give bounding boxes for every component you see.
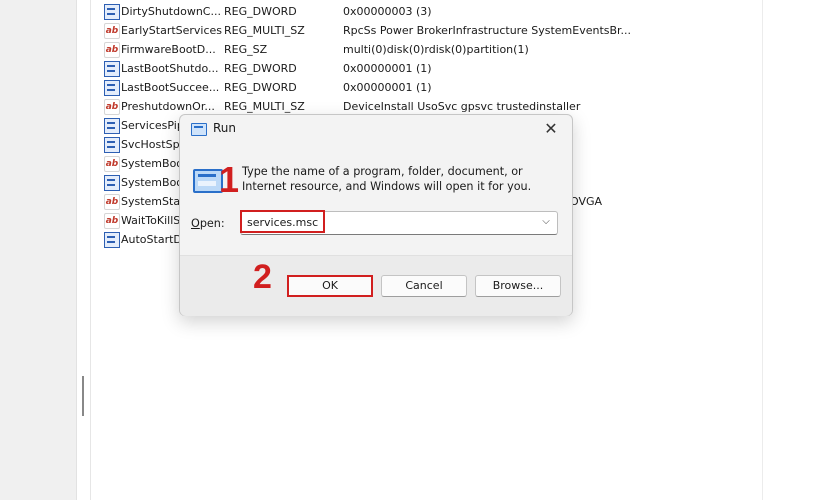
registry-value-data: 0x00000001 (1) (343, 81, 432, 94)
binary-value-icon (104, 232, 120, 248)
string-value-icon: ab (104, 99, 120, 115)
run-app-icon (191, 123, 207, 136)
string-value-icon: ab (104, 23, 120, 39)
binary-value-icon (104, 80, 120, 96)
string-value-icon: ab (104, 42, 120, 58)
registry-value-name: ServicesPip (121, 119, 184, 132)
registry-row[interactable]: ab FirmwareBootD... REG_SZ multi(0)disk(… (104, 40, 754, 59)
registry-row[interactable]: LastBootSuccee... REG_DWORD 0x00000001 (… (104, 78, 754, 97)
registry-value-type: REG_DWORD (224, 5, 297, 18)
open-label-accelerator: O (191, 217, 200, 230)
registry-value-type: REG_SZ (224, 43, 268, 56)
registry-row[interactable]: LastBootShutdo... REG_DWORD 0x00000001 (… (104, 59, 754, 78)
run-dialog: Run ✕ Type the name of a program, folder… (179, 114, 573, 316)
registry-row[interactable]: DirtyShutdownC... REG_DWORD 0x00000003 (… (104, 2, 754, 21)
registry-value-name: FirmwareBootD... (121, 43, 216, 56)
registry-value-name: WaitToKillS (121, 214, 181, 227)
open-label: Open: (191, 217, 225, 230)
registry-value-type: REG_DWORD (224, 62, 297, 75)
registry-value-data: 0x00000003 (3) (343, 5, 432, 18)
registry-value-name: DirtyShutdownC... (121, 5, 221, 18)
binary-value-icon (104, 137, 120, 153)
open-label-text: pen: (199, 217, 225, 230)
dialog-title: Run (213, 121, 237, 135)
dialog-button-row: OK Cancel Browse... (180, 255, 572, 316)
binary-value-icon (104, 118, 120, 134)
registry-value-data: 0x00000001 (1) (343, 62, 432, 75)
registry-value-name: EarlyStartServices (121, 24, 223, 37)
registry-value-name: PreshutdownOr... (121, 100, 215, 113)
open-combobox[interactable]: ⌵ (240, 211, 558, 235)
registry-value-name: SystemBoo (121, 176, 184, 189)
open-input[interactable] (247, 213, 517, 231)
binary-value-icon (104, 175, 120, 191)
registry-value-data: OVGA (570, 195, 603, 208)
registry-value-data: DeviceInstall UsoSvc gpsvc trustedinstal… (343, 100, 581, 113)
registry-value-type: REG_DWORD (224, 81, 297, 94)
registry-value-name: SystemStar (121, 195, 185, 208)
registry-value-name: SvcHostSpl (121, 138, 183, 151)
string-value-icon: ab (104, 194, 120, 210)
ok-button[interactable]: OK (287, 275, 373, 297)
navigation-scrollbar-thumb[interactable] (82, 376, 84, 416)
binary-value-icon (104, 61, 120, 77)
string-value-icon: ab (104, 213, 120, 229)
registry-value-data: multi(0)disk(0)rdisk(0)partition(1) (343, 43, 529, 56)
right-gutter (762, 0, 840, 500)
binary-value-icon (104, 4, 120, 20)
registry-value-type: REG_MULTI_SZ (224, 100, 305, 113)
registry-value-name: AutoStartD (121, 233, 182, 246)
step-one-marker: 1 (219, 159, 240, 200)
registry-value-name: LastBootSuccee... (121, 81, 220, 94)
string-value-icon: ab (104, 156, 120, 172)
cancel-button[interactable]: Cancel (381, 275, 467, 297)
pane-divider[interactable] (90, 0, 91, 500)
run-description: Type the name of a program, folder, docu… (242, 165, 532, 193)
registry-value-name: LastBootShutdo... (121, 62, 219, 75)
registry-row[interactable]: ab EarlyStartServices REG_MULTI_SZ RpcSs… (104, 21, 754, 40)
step-two-marker: 2 (253, 258, 272, 296)
navigation-pane-strip (0, 0, 77, 500)
registry-value-type: REG_MULTI_SZ (224, 24, 305, 37)
registry-value-data: RpcSs Power BrokerInfrastructure SystemE… (343, 24, 632, 37)
browse-button[interactable]: Browse... (475, 275, 561, 297)
registry-value-name: SystemBoo (121, 157, 184, 170)
chevron-down-icon[interactable]: ⌵ (541, 216, 551, 228)
close-icon[interactable]: ✕ (536, 117, 566, 141)
